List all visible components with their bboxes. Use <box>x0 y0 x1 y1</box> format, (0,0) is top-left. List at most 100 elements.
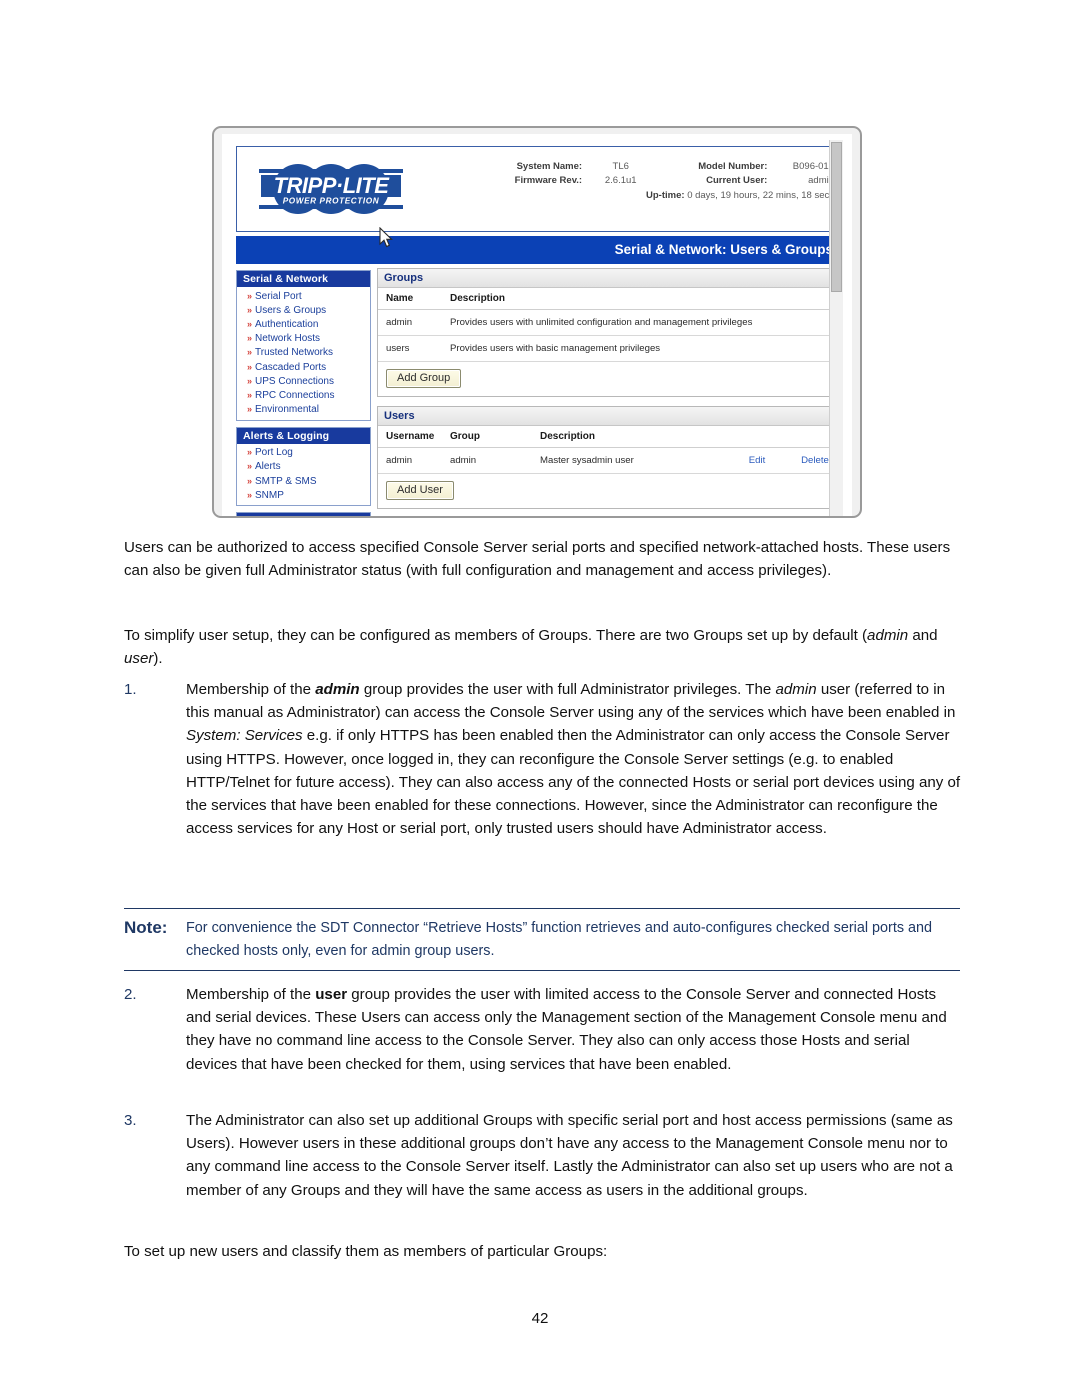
users-col-group: Group <box>442 426 532 448</box>
item1-part-a: Membership of the <box>186 681 316 698</box>
uptime-row: Up-time: 0 days, 19 hours, 22 mins, 18 s… <box>486 188 834 203</box>
screenshot-figure: TRIPP·LITE POWER PROTECTION System Name:… <box>212 126 862 518</box>
closing-paragraph: To set up new users and classify them as… <box>124 1243 608 1260</box>
sidebar-navigation: Serial & Network » Serial Port » Users & G… <box>236 268 371 516</box>
groups-panel-heading: Groups <box>378 269 842 288</box>
chevron-icon: » <box>247 361 253 372</box>
sidebar-item-label: Trusted Networks <box>255 347 333 359</box>
paragraph-1: Users can be authorized to access specif… <box>124 539 951 580</box>
user-edit-cell: Edit <box>726 447 784 474</box>
system-info-row-2: Firmware Rev.: 2.6.1u1 Current User: adm… <box>486 174 834 188</box>
device-body: Serial & Network » Serial Port » Users & G… <box>236 268 843 516</box>
list-item-1: 1. Membership of the admin group provide… <box>124 678 964 840</box>
sidebar-item-port-log[interactable]: » Port Log <box>237 446 370 460</box>
sidebar-item-label: RPC Connections <box>255 389 335 401</box>
item1-bold-admin: admin <box>315 681 360 698</box>
users-table-header-row: Username Group Description <box>378 426 842 448</box>
user-description-cell: Master sysadmin user <box>532 447 726 474</box>
group-name-cell: admin <box>378 309 442 336</box>
page-number: 42 <box>531 1310 549 1327</box>
chevron-icon: » <box>247 389 253 400</box>
nav-group-alerts-logging: Alerts & Logging » Port Log » Alerts » SMTP… <box>236 426 371 507</box>
chevron-icon: » <box>247 489 253 500</box>
users-panel: Users Username Group Description admin a… <box>377 406 843 509</box>
sidebar-item-label: Port Log <box>255 447 293 459</box>
groups-col-name: Name <box>378 288 442 310</box>
edit-link[interactable]: Edit <box>749 455 766 466</box>
system-name-value: TL6 <box>612 161 629 172</box>
sidebar-item-network-hosts[interactable]: » Network Hosts <box>237 332 370 346</box>
firmware-rev-value: 2.6.1u1 <box>604 175 637 186</box>
paragraph-2-part-c: ). <box>153 650 163 668</box>
paragraph-2-em-user: user <box>124 650 154 668</box>
nav-group-title-alerts-logging: Alerts & Logging <box>237 427 370 444</box>
sidebar-item-smtp-sms[interactable]: » SMTP & SMS <box>237 474 370 488</box>
sidebar-item-label: Users & Groups <box>255 304 327 316</box>
scrollbar-thumb[interactable] <box>831 142 842 292</box>
item2-bold-user: user <box>315 986 348 1003</box>
sidebar-item-label: UPS Connections <box>255 375 334 387</box>
mouse-cursor-icon <box>379 227 393 248</box>
sidebar-item-label: SMTP & SMS <box>255 475 317 487</box>
sidebar-item-ups-connections[interactable]: » UPS Connections <box>237 374 370 388</box>
user-username-cell: admin <box>378 447 442 474</box>
sidebar-item-label: Cascaded Ports <box>255 361 327 373</box>
sidebar-item-authentication[interactable]: » Authentication <box>237 317 370 331</box>
list-item-2-text: Membership of the user group provides th… <box>186 983 964 1076</box>
system-info-row-1: System Name: TL6 Model Number: B096-016 <box>486 160 834 174</box>
item1-part-d: e.g. if only HTTPS has been enabled then… <box>186 727 961 838</box>
note-callout: Note: For convenience the SDT Connector … <box>124 908 960 971</box>
table-row: admin admin Master sysadmin user Edit De… <box>378 447 842 474</box>
groups-panel: Groups Name Description admin Provides u… <box>377 268 843 397</box>
group-description-cell: Provides users with basic management pri… <box>442 335 842 362</box>
model-number-value: B096-016 <box>792 161 834 172</box>
chevron-icon: » <box>247 318 253 329</box>
add-user-button[interactable]: Add User <box>386 481 454 500</box>
user-group-cell: admin <box>442 447 532 474</box>
uptime-value: 0 days, 19 hours, 22 mins, 18 secs <box>687 190 834 201</box>
list-item-3: 3. The Administrator can also set up add… <box>124 1109 964 1202</box>
item1-em-admin: admin <box>775 681 817 698</box>
sidebar-item-snmp[interactable]: » SNMP <box>237 488 370 502</box>
main-content: Groups Name Description admin Provides u… <box>371 268 843 516</box>
chevron-icon: » <box>247 375 253 386</box>
sidebar-item-cascaded-ports[interactable]: » Cascaded Ports <box>237 360 370 374</box>
chevron-icon: » <box>247 461 253 472</box>
users-table: Username Group Description admin admin M… <box>378 426 842 474</box>
paragraph-2-em-admin: admin <box>867 627 909 644</box>
sidebar-item-rpc-connections[interactable]: » RPC Connections <box>237 388 370 402</box>
chevron-icon: » <box>247 347 253 358</box>
sidebar-item-label: Environmental <box>255 404 319 416</box>
model-number-label: Model Number: <box>698 161 768 172</box>
delete-link[interactable]: Delete <box>801 455 829 466</box>
chevron-icon: » <box>247 333 253 344</box>
tripp-lite-logo: TRIPP·LITE POWER PROTECTION <box>251 155 411 225</box>
sidebar-item-users-groups[interactable]: » Users & Groups <box>237 303 370 317</box>
sidebar-item-label: Authentication <box>255 318 319 330</box>
list-item-2-number: 2. <box>124 986 137 1003</box>
groups-col-description: Description <box>442 288 842 310</box>
chevron-icon: » <box>247 404 253 415</box>
paragraph-2: To simplify user setup, they can be conf… <box>124 624 964 670</box>
vertical-scrollbar[interactable] <box>829 140 843 516</box>
table-row: admin Provides users with unlimited conf… <box>378 309 842 336</box>
sidebar-item-trusted-networks[interactable]: » Trusted Networks <box>237 346 370 360</box>
svg-text:TRIPP·LITE: TRIPP·LITE <box>274 173 391 198</box>
nav-group-system: System <box>236 512 371 516</box>
note-text: For convenience the SDT Connector “Retri… <box>186 920 933 959</box>
chevron-icon: » <box>247 304 253 315</box>
current-user-label: Current User: <box>706 175 768 186</box>
groups-table: Name Description admin Provides users wi… <box>378 288 842 362</box>
system-info-block: System Name: TL6 Model Number: B096-016 … <box>486 160 834 203</box>
sidebar-item-environmental[interactable]: » Environmental <box>237 403 370 417</box>
add-group-button[interactable]: Add Group <box>386 369 462 388</box>
list-item-3-text: The Administrator can also set up additi… <box>186 1112 953 1199</box>
chevron-icon: » <box>247 290 253 301</box>
sidebar-item-alerts[interactable]: » Alerts <box>237 460 370 474</box>
sidebar-item-label: Serial Port <box>255 290 302 302</box>
uptime-label: Up-time: <box>646 190 685 201</box>
system-name-label: System Name: <box>516 161 583 172</box>
table-row: users Provides users with basic manageme… <box>378 335 842 362</box>
sidebar-item-serial-port[interactable]: » Serial Port <box>237 289 370 303</box>
device-header-panel: TRIPP·LITE POWER PROTECTION System Name:… <box>236 146 843 232</box>
